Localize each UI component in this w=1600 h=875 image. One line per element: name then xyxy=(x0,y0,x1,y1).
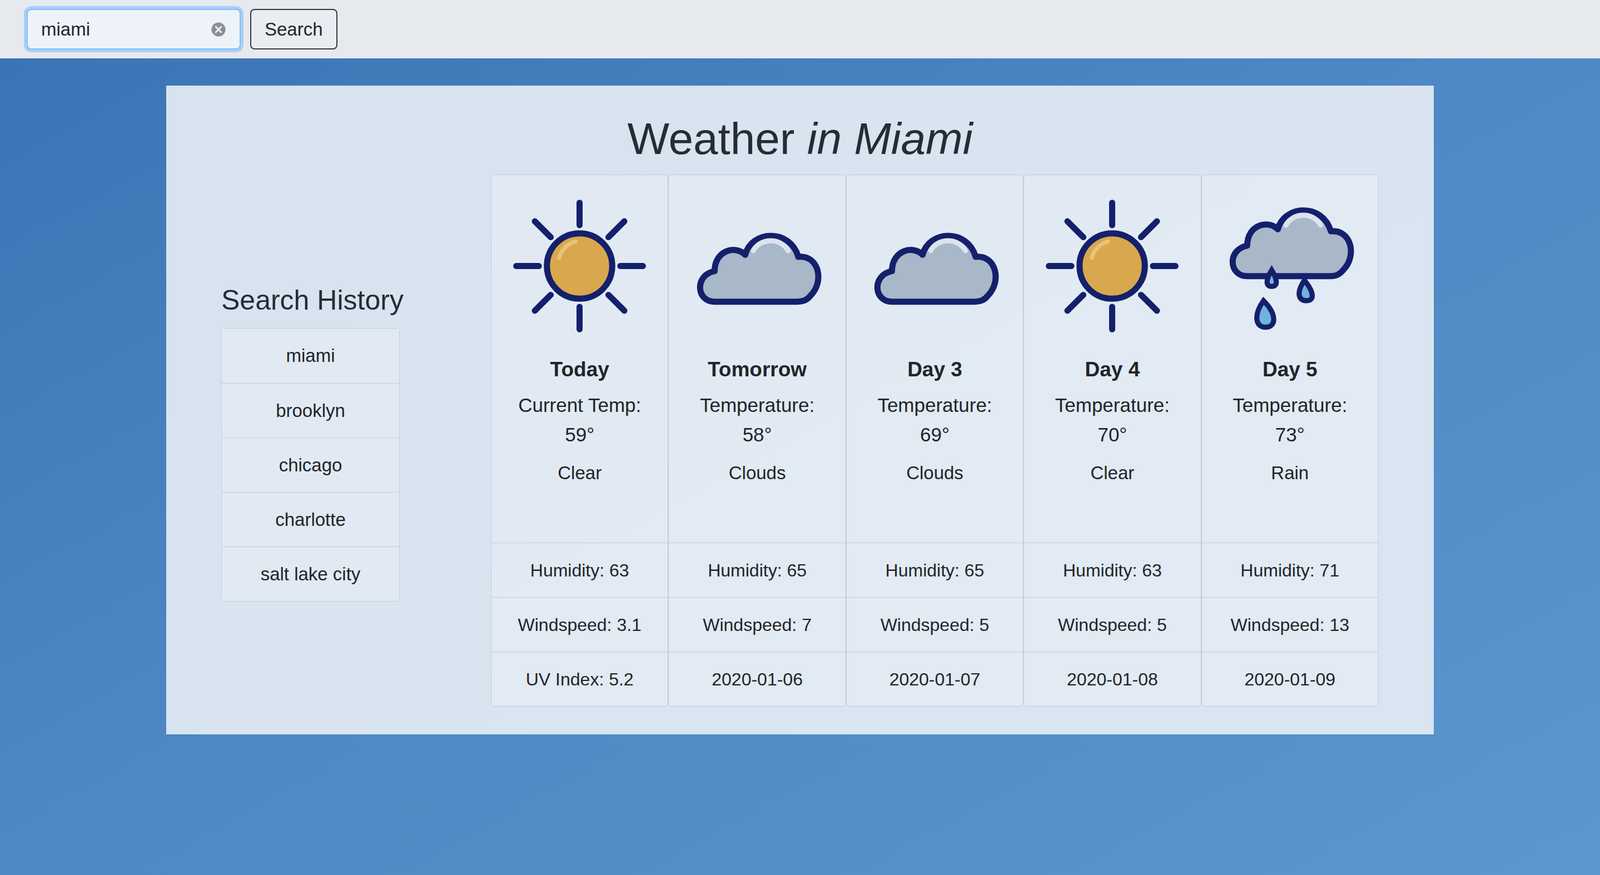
sun-icon xyxy=(1040,194,1184,338)
day-label: Tomorrow xyxy=(707,356,807,383)
weather-icon-area xyxy=(1201,175,1379,357)
condition: Rain xyxy=(1270,461,1309,485)
page-title: Weather in Miami xyxy=(221,112,1379,166)
windspeed-row: Windspeed: 3.1 xyxy=(491,597,668,652)
day-label: Today xyxy=(550,356,610,383)
weather-icon-area xyxy=(491,175,668,357)
extra-row: 2020-01-08 xyxy=(1024,651,1201,707)
extra-row: 2020-01-07 xyxy=(846,651,1023,707)
search-input-value: miami xyxy=(41,15,211,44)
temp-label: Temperature: xyxy=(1055,390,1170,420)
history-item[interactable]: chicago xyxy=(221,437,400,493)
forecast-body: Tomorrow Temperature:58° Clouds xyxy=(668,356,846,543)
cloud-icon xyxy=(686,194,829,338)
forecast-card: Day 3 Temperature:69° Clouds Humidity: 65Wi… xyxy=(846,174,1024,707)
day-label: Day 4 xyxy=(1085,356,1141,383)
search-button[interactable]: Search xyxy=(250,8,338,50)
temp-label: Temperature: xyxy=(877,390,992,420)
title-city: in Miami xyxy=(807,113,973,164)
humidity-row: Humidity: 65 xyxy=(846,542,1023,598)
forecast-body: Day 5 Temperature:73° Rain xyxy=(1201,356,1379,543)
page: miami Search Weather in Miami Search Histor… xyxy=(0,0,1600,875)
extra-row: 2020-01-09 xyxy=(1201,651,1379,707)
search-input[interactable]: miami xyxy=(26,8,241,50)
forecast-grid: TodayCurrent Temp:59°ClearHumidity: 63Wi… xyxy=(490,174,1379,707)
content-area: Weather in Miami Search History miamibrook… xyxy=(0,58,1600,768)
temp-value: 73° xyxy=(1275,419,1305,450)
temp-label: Current Temp: xyxy=(518,390,642,420)
cloud-icon xyxy=(863,194,1007,338)
top-bar: miami Search xyxy=(0,0,1600,59)
condition: Clear xyxy=(557,461,602,485)
history-item[interactable]: charlotte xyxy=(221,492,400,547)
clear-icon[interactable] xyxy=(210,21,227,38)
forecast-body: Today Current Temp:59° Clear xyxy=(491,356,668,543)
windspeed-row: Windspeed: 7 xyxy=(668,597,846,652)
humidity-row: Humidity: 65 xyxy=(668,542,846,598)
extra-row: 2020-01-06 xyxy=(668,651,846,707)
humidity-row: Humidity: 71 xyxy=(1201,542,1379,598)
windspeed-row: Windspeed: 13 xyxy=(1201,597,1379,652)
temp-value: 58° xyxy=(742,419,773,450)
day-label: Day 5 xyxy=(1262,356,1318,383)
forecast-card: Tomorrow Temperature:58° Clouds Humidity: 6… xyxy=(668,174,846,707)
temp-label: Temperature: xyxy=(699,390,815,420)
temp-value: 69° xyxy=(920,419,950,450)
forecast-card: Day 4 Temperature:70° Clear Humidity: 63Win… xyxy=(1023,174,1201,707)
extra-row: UV Index: 5.2 xyxy=(491,651,668,707)
history-item[interactable]: brooklyn xyxy=(221,383,400,438)
condition: Clouds xyxy=(728,461,787,485)
main-row: Search History miamibrooklynchicagocharlo… xyxy=(221,174,1379,707)
windspeed-row: Windspeed: 5 xyxy=(846,597,1023,652)
history-list: miamibrooklynchicagocharlottesalt lake c… xyxy=(221,328,400,602)
condition: Clear xyxy=(1090,461,1135,485)
sun-icon xyxy=(508,194,652,338)
search-history-heading: Search History xyxy=(221,279,400,322)
weather-icon-area xyxy=(668,175,846,357)
forecast-card: Day 5 Temperature:73° Rain Humidity: 71Wind… xyxy=(1201,174,1379,707)
forecast-body: Day 3 Temperature:69° Clouds xyxy=(846,356,1023,543)
day-label: Day 3 xyxy=(907,356,963,383)
forecast-body: Day 4 Temperature:70° Clear xyxy=(1024,356,1201,543)
condition: Clouds xyxy=(906,461,964,485)
windspeed-row: Windspeed: 5 xyxy=(1024,597,1201,652)
history-item[interactable]: salt lake city xyxy=(221,546,400,601)
humidity-row: Humidity: 63 xyxy=(1024,542,1201,598)
history-item[interactable]: miami xyxy=(221,328,400,384)
weather-icon-area xyxy=(1024,175,1201,357)
weather-panel: Weather in Miami Search History miamibrook… xyxy=(166,85,1434,735)
temp-value: 70° xyxy=(1097,419,1127,450)
rain-cloud-icon xyxy=(1218,194,1362,338)
temp-label: Temperature: xyxy=(1232,390,1348,420)
search-history: Search History miamibrooklynchicagocharlo… xyxy=(221,279,400,602)
forecast-card: Today Current Temp:59° Clear Humidity: 63Wi… xyxy=(490,174,669,707)
humidity-row: Humidity: 63 xyxy=(491,542,668,598)
temp-value: 59° xyxy=(564,419,595,450)
weather-icon-area xyxy=(846,175,1023,357)
